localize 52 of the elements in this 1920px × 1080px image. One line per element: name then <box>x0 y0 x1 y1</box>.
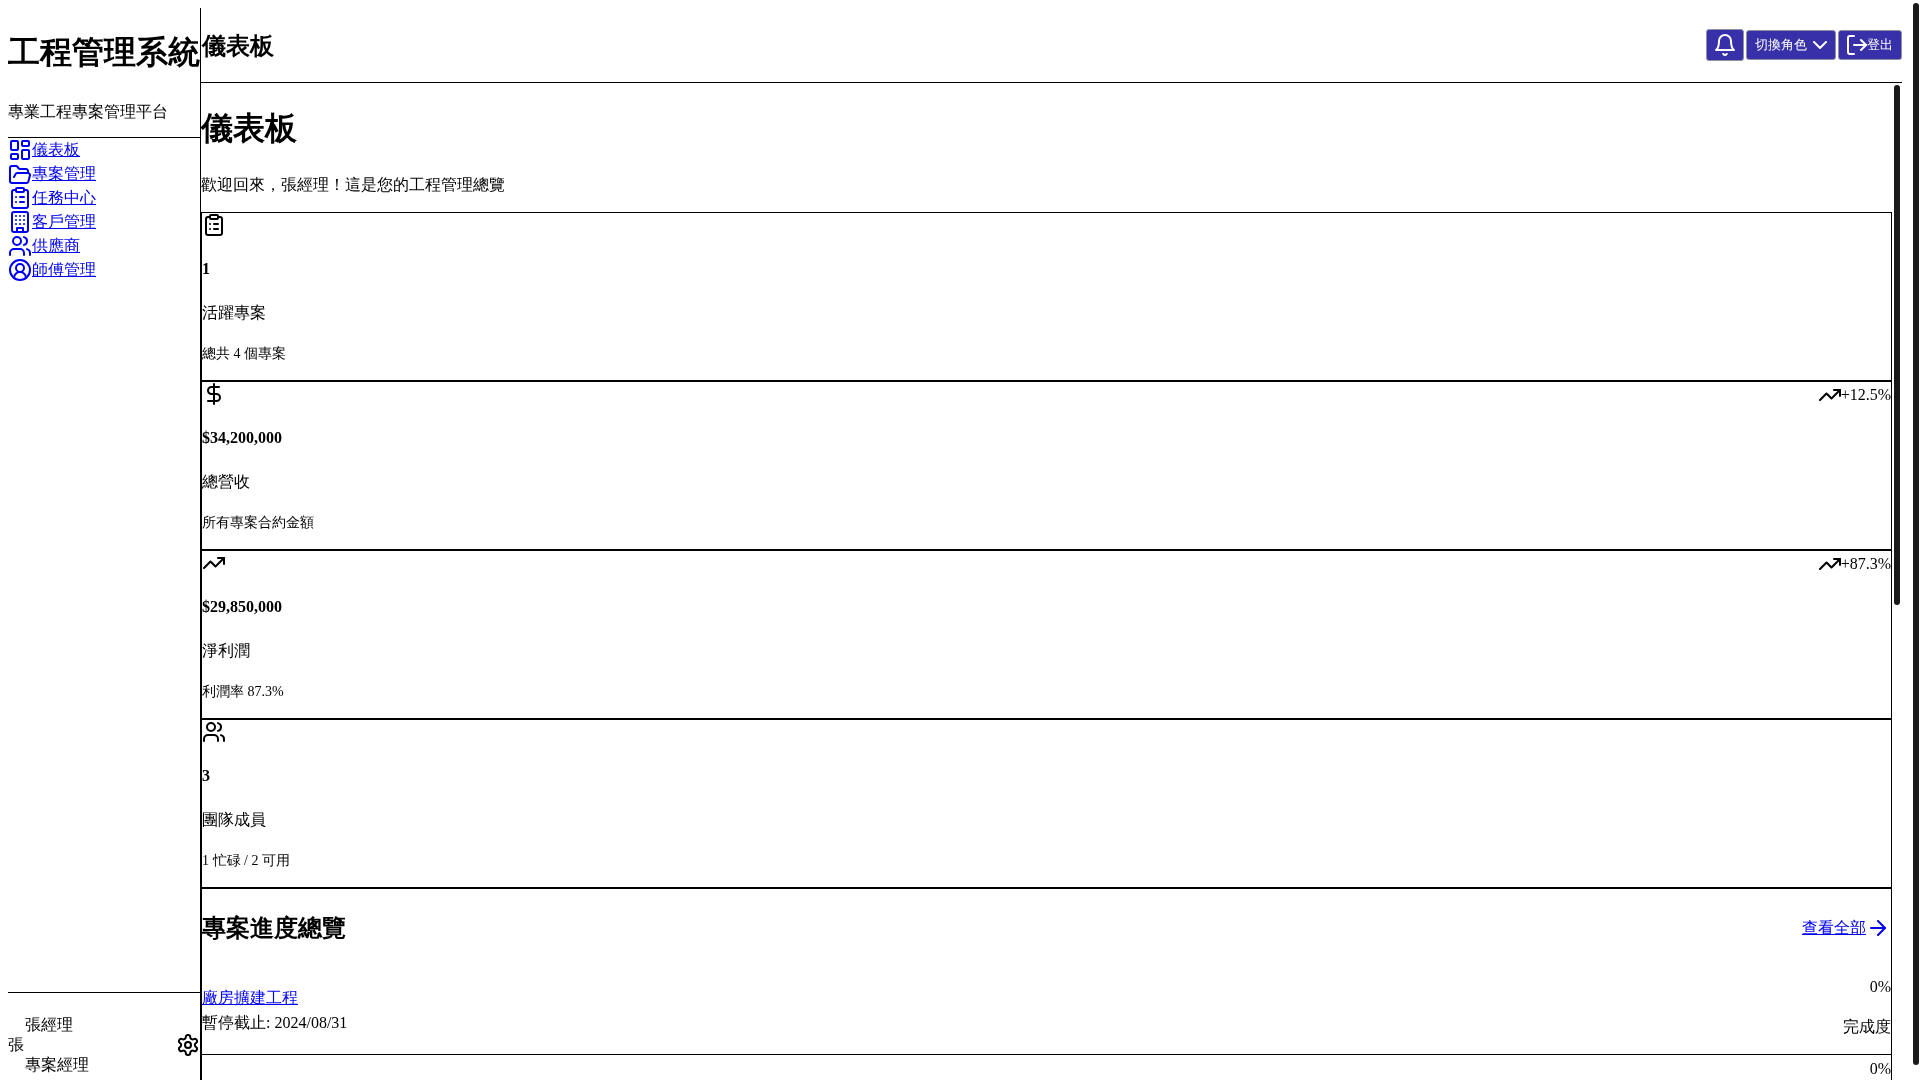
clipboard-list-icon <box>11 187 29 209</box>
sidebar-nav-link[interactable]: 客戶管理 <box>8 210 96 234</box>
user-role: 專案經理 <box>25 1055 89 1075</box>
trending-up-icon <box>1818 557 1841 570</box>
stat-note: 總共 4 個專案 <box>202 344 286 363</box>
building-icon <box>11 211 29 233</box>
stat-note: 所有專案合約金額 <box>202 513 314 532</box>
header-title: 儀表板 <box>202 32 274 62</box>
stat-value: 1 <box>202 258 210 279</box>
notification-button[interactable] <box>1706 29 1744 61</box>
sidebar-nav-link[interactable]: 儀表板 <box>8 138 80 162</box>
role-switch-button[interactable]: 切換角色 <box>1746 30 1836 60</box>
app-subtitle: 專業工程專案管理平台 <box>8 102 169 122</box>
welcome-text: 歡迎回來，張經理！這是您的工程管理總覽 <box>201 174 506 195</box>
stat-value: 3 <box>202 765 210 786</box>
view-all-link[interactable]: 查看全部 <box>1802 916 1886 939</box>
sidebar-nav-link[interactable]: 師傅管理 <box>8 258 96 282</box>
stat-value: $34,200,000 <box>202 427 282 448</box>
arrow-right-icon <box>1870 919 1886 936</box>
project-link[interactable]: 廠房擴建工程 <box>202 986 298 1009</box>
logout-icon <box>1847 35 1867 55</box>
stat-label: 團隊成員 <box>202 809 266 830</box>
trend-value: +12.5% <box>1840 384 1891 405</box>
stat-note: 利潤率 87.3% <box>202 682 284 701</box>
app-title: 工程管理系統 <box>8 33 200 72</box>
bell-icon <box>1715 34 1735 56</box>
stat-value: $29,850,000 <box>202 596 282 617</box>
logout-button[interactable]: 登出 <box>1838 30 1902 60</box>
progress-percent: 0% <box>1869 1060 1891 1077</box>
sidebar-nav-link[interactable]: 供應商 <box>8 234 80 258</box>
progress-percent: 0% <box>1869 976 1891 997</box>
user-circle-icon <box>9 259 31 281</box>
user-name: 張經理 <box>25 1015 74 1035</box>
chevron-down-icon <box>1813 41 1827 49</box>
project-deadline: 暫停截止: 2024/08/31 <box>202 1012 348 1033</box>
progress-label: 完成度 <box>1843 1016 1891 1037</box>
sidebar-nav-link[interactable]: 專案管理 <box>8 162 96 186</box>
users-icon <box>9 236 31 256</box>
sidebar-nav-link[interactable]: 任務中心 <box>8 186 96 210</box>
avatar-initial: 張 <box>8 1035 24 1055</box>
trend-value: +87.3% <box>1840 553 1891 574</box>
stat-label: 淨利潤 <box>202 640 250 661</box>
scrollbar-thumb[interactable] <box>1913 3 1919 1065</box>
settings-icon[interactable] <box>178 1034 198 1056</box>
section-title: 專案進度總覽 <box>202 913 346 943</box>
stat-note: 1 忙碌 / 2 可用 <box>202 851 290 870</box>
trending-up-icon <box>1818 388 1841 401</box>
stat-label: 活躍專案 <box>202 302 266 323</box>
dashboard-icon <box>10 140 30 160</box>
folder-icon <box>9 164 31 184</box>
scrollbar-thumb[interactable] <box>1894 84 1900 605</box>
stat-label: 總營收 <box>202 471 250 492</box>
